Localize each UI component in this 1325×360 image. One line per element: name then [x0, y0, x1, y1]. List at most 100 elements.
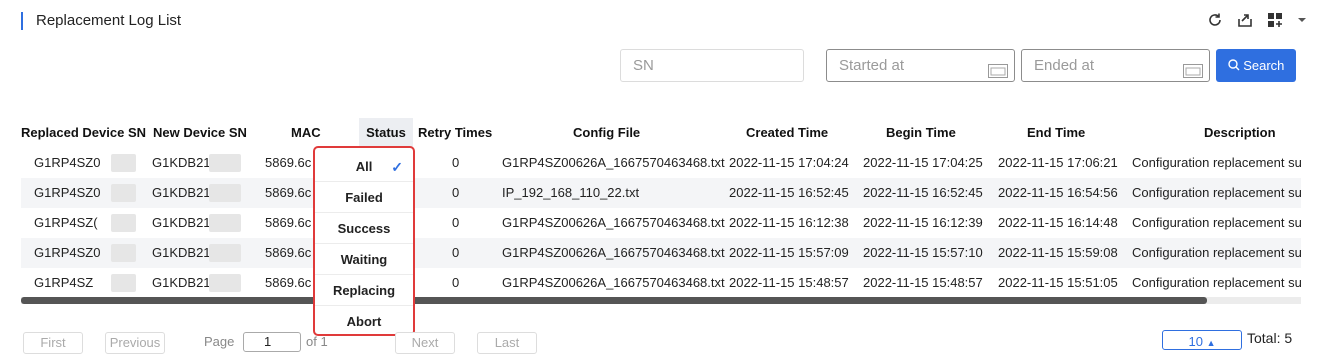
cell-end: 2022-11-15 15:59:08 [998, 245, 1118, 260]
cell-retry: 0 [452, 275, 460, 290]
col-header-retry: Retry Times [418, 125, 493, 140]
status-option-label: Waiting [340, 252, 388, 267]
redaction-mask [111, 274, 136, 292]
table-row[interactable]: G1RP4SZ(G1KDB21(5869.6c 0 G1RP4SZ00626A_16… [21, 208, 1302, 238]
status-option-all[interactable]: All ✓ [315, 152, 413, 182]
cell-new-sn: G1KDB21( [152, 215, 215, 230]
cell-created: 2022-11-15 15:57:09 [729, 245, 849, 260]
cell-new-sn: G1KDB21 [152, 245, 211, 260]
ended-at-picker[interactable]: Ended at [1021, 49, 1210, 82]
cell-retry: 0 [452, 245, 460, 260]
redaction-mask [209, 274, 241, 292]
status-header-label: Status [366, 125, 406, 140]
col-header-description: Description [1204, 125, 1276, 140]
horizontal-scrollbar[interactable] [21, 297, 1301, 304]
col-header-replaced-sn: Replaced Device SN [21, 125, 147, 140]
table-row[interactable]: G1RP4SZ0 G1KDB21( 5869.6c 0 G1RP4SZ00626A_16… [21, 148, 1302, 178]
cell-config: G1RP4SZ00626A_1667570463468.txt [502, 245, 725, 260]
cell-desc: Configuration replacement su [1132, 245, 1302, 260]
cell-replaced-sn: G1RP4SZ0 [34, 185, 101, 200]
previous-page-button[interactable]: Previous [105, 332, 165, 354]
toolbar [1207, 12, 1307, 28]
cell-config: G1RP4SZ00626A_1667570463468.txt [502, 155, 725, 170]
cell-replaced-sn: G1RP4SZ0 [34, 155, 101, 170]
col-header-created: Created Time [746, 125, 829, 140]
ended-at-placeholder: Ended at [1034, 57, 1095, 74]
sn-input[interactable]: SN [620, 49, 804, 82]
status-option-failed[interactable]: Failed [315, 183, 413, 213]
redaction-mask [209, 154, 241, 172]
cell-new-sn: G1KDB21( [152, 155, 215, 170]
cell-retry: 0 [452, 155, 460, 170]
status-option-success[interactable]: Success [315, 214, 413, 244]
col-header-status[interactable]: Status [359, 118, 413, 148]
col-header-end: End Time [1027, 125, 1086, 140]
status-option-label: All [355, 159, 373, 174]
cell-mac: 5869.6c [265, 155, 312, 170]
cell-begin: 2022-11-15 15:57:10 [863, 245, 983, 260]
table-row[interactable]: G1RP4SZ G1KDB21( 5869.6c 0 G1RP4SZ00626A_166… [21, 268, 1302, 298]
col-header-config: Config File [573, 125, 641, 140]
cell-end: 2022-11-15 15:51:05 [998, 275, 1118, 290]
calendar-icon [988, 58, 1008, 78]
cell-end: 2022-11-15 16:14:48 [998, 215, 1118, 230]
cell-begin: 2022-11-15 16:12:39 [863, 215, 983, 230]
cell-config: IP_192_168_110_22.txt [502, 185, 640, 200]
cell-created: 2022-11-15 15:48:57 [729, 275, 849, 290]
cell-config: G1RP4SZ00626A_1667570463468.txt [502, 275, 725, 290]
table-row[interactable]: G1RP4SZ0 G1KDB21 5869.6c 0 G1RP4SZ00626A_166… [21, 238, 1302, 268]
page-of-label: of 1 [306, 334, 328, 349]
cell-config: G1RP4SZ00626A_1667570463468.txt [502, 215, 725, 230]
redaction-mask [209, 244, 241, 262]
caret-up-icon: ▲ [1206, 338, 1216, 348]
redaction-mask [209, 184, 241, 202]
redaction-mask [111, 244, 136, 262]
export-icon[interactable] [1237, 12, 1253, 28]
cell-end: 2022-11-15 16:54:56 [998, 185, 1118, 200]
cell-begin: 2022-11-15 15:48:57 [863, 275, 983, 290]
status-option-label: Success [337, 221, 391, 236]
cell-new-sn: G1KDB210 [152, 185, 218, 200]
cell-created: 2022-11-15 17:04:24 [729, 155, 849, 170]
status-option-waiting[interactable]: Waiting [315, 245, 413, 275]
cell-end: 2022-11-15 17:06:21 [998, 155, 1118, 170]
started-at-picker[interactable]: Started at [826, 49, 1015, 82]
col-header-begin: Begin Time [886, 125, 956, 140]
page-label: Page [204, 334, 235, 349]
col-header-mac: MAC [291, 125, 321, 140]
cell-replaced-sn: G1RP4SZ [34, 275, 94, 290]
status-option-label: Failed [345, 190, 383, 205]
next-page-button[interactable]: Next [395, 332, 455, 354]
redaction-mask [111, 154, 136, 172]
search-icon [1227, 59, 1240, 71]
chevron-down-icon[interactable] [1297, 15, 1307, 25]
last-page-button[interactable]: Last [477, 332, 537, 354]
page-size-select[interactable]: 10 ▲ [1162, 330, 1242, 350]
refresh-icon[interactable] [1207, 12, 1223, 28]
table-row[interactable]: G1RP4SZ0 G1KDB210 5869.6c 0 IP_192_168_110_2… [21, 178, 1302, 208]
cell-retry: 0 [452, 185, 460, 200]
cell-new-sn: G1KDB21( [152, 275, 215, 290]
cell-desc: Configuration replacement su [1132, 275, 1302, 290]
redaction-mask [209, 214, 241, 232]
col-header-new-sn: New Device SN [153, 125, 247, 140]
started-at-placeholder: Started at [839, 57, 905, 74]
cell-replaced-sn: G1RP4SZ0 [34, 245, 101, 260]
status-option-replacing[interactable]: Replacing [315, 276, 413, 306]
cell-mac: 5869.6c [265, 275, 312, 290]
grid-add-icon[interactable] [1267, 12, 1283, 28]
cell-desc: Configuration replacement su [1132, 185, 1302, 200]
page-size-value: 10 [1188, 334, 1203, 349]
first-page-button[interactable]: First [23, 332, 83, 354]
search-button[interactable]: Search [1216, 49, 1296, 82]
cell-retry: 0 [452, 215, 460, 230]
cell-begin: 2022-11-15 16:52:45 [863, 185, 983, 200]
status-option-label: Abort [346, 314, 382, 329]
scrollbar-thumb[interactable] [21, 297, 1207, 304]
status-option-label: Replacing [332, 283, 396, 298]
check-icon: ✓ [391, 159, 403, 175]
cell-mac: 5869.6c [265, 185, 312, 200]
redaction-mask [111, 184, 136, 202]
cell-mac: 5869.6c [265, 245, 312, 260]
page-number-input[interactable]: 1 [243, 332, 301, 352]
